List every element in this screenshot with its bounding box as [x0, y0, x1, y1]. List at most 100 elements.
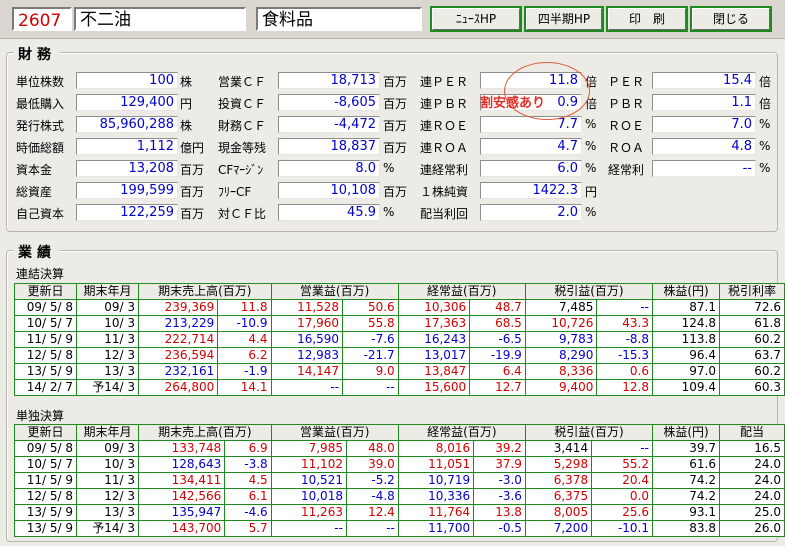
field-value-roa[interactable]: 4.8: [652, 138, 756, 155]
table-cell: 12/ 5/ 8: [14, 488, 77, 505]
field-label-total-assets: 総資産: [16, 185, 53, 199]
industry-field[interactable]: 食料品: [256, 7, 422, 31]
stock-code-field[interactable]: 2607: [12, 7, 72, 31]
table-cell: 7,200: [524, 520, 593, 537]
table-row[interactable]: 11/ 5/ 9 11/ 3 222,714 4.4 16,590 -7.6 16,243-…: [14, 331, 785, 348]
table-cell: 5,298: [524, 456, 593, 473]
news-hp-button[interactable]: ﾆｭｰｽHP: [430, 6, 522, 32]
table-cell: -15.3: [596, 347, 653, 364]
table-cell: 20.4: [591, 472, 653, 489]
table-cell: 213,229: [137, 315, 219, 332]
table-cell: 109.4: [652, 379, 720, 396]
field-value-operating-cf[interactable]: 18,713: [278, 72, 380, 89]
field-value-financing-cf[interactable]: -4,472: [278, 116, 380, 133]
renketsu-table: 更新日 期末年月 期末売上高(百万) 営業益(百万) 経常益(百万) 税引益(百万) 株益(…: [14, 283, 785, 396]
table-cell: 8,016: [397, 440, 475, 457]
field-label-con-per: 連ＰＥＲ: [420, 75, 469, 89]
table-cell: 09/ 3: [76, 440, 139, 457]
field-unit-roe: %: [759, 117, 771, 131]
field-value-market-cap[interactable]: 1,112: [76, 138, 178, 155]
field-value-free-cf[interactable]: 10,108: [278, 182, 380, 199]
table-cell: 124.8: [652, 315, 720, 332]
table-row[interactable]: 09/ 5/ 8 09/ 3 239,369 11.8 11,528 50.6 10,306…: [14, 299, 785, 316]
table-cell: 25.6: [591, 504, 653, 521]
field-value-dividend-yield[interactable]: 2.0: [480, 204, 582, 221]
header-row: 更新日 期末年月 期末売上高(百万) 営業益(百万) 経常益(百万) 税引益(百万) 株益(…: [14, 424, 785, 441]
field-value-con-roa[interactable]: 4.7: [480, 138, 582, 155]
table-cell: 24.0: [719, 472, 785, 489]
table-cell: -19.9: [469, 347, 526, 364]
table-cell: 4.5: [224, 472, 272, 489]
column-header: 更新日: [14, 424, 77, 441]
table-row[interactable]: 11/ 5/ 9 11/ 3 134,411 4.5 10,521 -5.2 10,719-…: [14, 472, 785, 489]
table-cell: 232,161: [137, 363, 219, 380]
table-cell: -0.5: [473, 520, 526, 537]
table-cell: 14,147: [270, 363, 344, 380]
print-button[interactable]: 印 刷: [606, 6, 688, 32]
field-value-cf-margin[interactable]: 8.0: [278, 160, 380, 177]
table-cell: 11,764: [397, 504, 475, 521]
field-value-roe[interactable]: 7.0: [652, 116, 756, 133]
table-cell: 10/ 3: [76, 456, 139, 473]
field-value-capital[interactable]: 13,208: [76, 160, 178, 177]
table-cell: -5.2: [345, 472, 399, 489]
table-row[interactable]: 14/ 2/ 7 予14/ 3 264,800 14.1 -- -- 15,600 12.7 9…: [14, 379, 785, 396]
table-cell: 11,102: [270, 456, 347, 473]
table-cell: 63.7: [719, 347, 785, 364]
field-value-cf-ratio[interactable]: 45.9: [278, 204, 380, 221]
field-unit-cf-ratio: %: [383, 205, 395, 219]
table-cell: 11/ 5/ 9: [14, 331, 77, 348]
table-cell: 17,363: [397, 315, 471, 332]
table-cell: -10.9: [217, 315, 272, 332]
table-cell: -8.8: [596, 331, 653, 348]
table-row[interactable]: 10/ 5/ 7 10/ 3 128,643 -3.8 11,102 39.0 11,051…: [14, 456, 785, 473]
gyoseki-title: 業績: [14, 242, 60, 262]
table-cell: 60.2: [719, 363, 785, 380]
table-row[interactable]: 10/ 5/ 7 10/ 3 213,229 -10.9 17,960 55.8 17,36…: [14, 315, 785, 332]
field-label-market-cap: 時価総額: [16, 141, 65, 155]
table-cell: 13/ 5/ 9: [14, 504, 77, 521]
news-hp-label: ﾆｭｰｽHP: [432, 8, 520, 30]
table-cell: --: [345, 520, 399, 537]
table-cell: -10.1: [591, 520, 653, 537]
table-row[interactable]: 13/ 5/ 9 13/ 3 135,947 -4.6 11,263 12.4 11,764…: [14, 504, 785, 521]
field-value-equity[interactable]: 122,259: [76, 204, 178, 221]
table-cell: 11/ 5/ 9: [14, 472, 77, 489]
field-unit-investing-cf: 百万: [383, 97, 408, 111]
field-value-pbr[interactable]: 1.1: [652, 94, 756, 111]
field-value-ordinary[interactable]: --: [652, 160, 756, 177]
table-row[interactable]: 12/ 5/ 8 12/ 3 236,594 6.2 12,983 -21.7 13,017…: [14, 347, 785, 364]
table-cell: 10/ 5/ 7: [14, 315, 77, 332]
company-name-field[interactable]: 不二油: [74, 7, 246, 31]
field-value-con-roe[interactable]: 7.7: [480, 116, 582, 133]
field-value-cash[interactable]: 18,837: [278, 138, 380, 155]
column-header: 株益(円): [652, 283, 720, 300]
field-unit-con-ordinary: %: [585, 161, 597, 175]
field-unit-free-cf: 百万: [383, 185, 408, 199]
table-row[interactable]: 13/ 5/ 9 13/ 3 232,161 -1.9 14,147 9.0 13,847 6…: [14, 363, 785, 380]
field-label-capital: 資本金: [16, 163, 53, 177]
table-cell: 93.1: [652, 504, 720, 521]
column-header: 株益(円): [652, 424, 720, 441]
field-value-unit-shares[interactable]: 100: [76, 72, 178, 89]
field-value-con-ordinary[interactable]: 6.0: [480, 160, 582, 177]
field-value-total-assets[interactable]: 199,599: [76, 182, 178, 199]
field-label-unit-shares: 単位株数: [16, 75, 65, 89]
table-row[interactable]: 12/ 5/ 8 12/ 3 142,566 6.1 10,018 -4.8 10,336-…: [14, 488, 785, 505]
table-cell: 09/ 5/ 8: [14, 299, 77, 316]
table-cell: 128,643: [137, 456, 226, 473]
field-label-free-cf: ﾌﾘｰCF: [218, 185, 252, 199]
field-value-min-purchase[interactable]: 129,400: [76, 94, 178, 111]
table-row[interactable]: 09/ 5/ 8 09/ 3 133,748 6.9 7,985 48.0 8,016 39.…: [14, 440, 785, 457]
close-button[interactable]: 閉じる: [690, 6, 772, 32]
field-value-issued-shares[interactable]: 85,960,288: [76, 116, 178, 133]
table-cell: 7,985: [270, 440, 347, 457]
table-cell: 61.8: [719, 315, 785, 332]
field-value-per[interactable]: 15.4: [652, 72, 756, 89]
field-value-bps[interactable]: 1422.3: [480, 182, 582, 199]
quarterly-hp-button[interactable]: 四半期HP: [524, 6, 604, 32]
table-row[interactable]: 13/ 5/ 9 予14/ 3 143,700 5.7 -- -- 11,700 -0.5 7,…: [14, 520, 785, 537]
table-cell: 96.4: [652, 347, 720, 364]
field-value-investing-cf[interactable]: -8,605: [278, 94, 380, 111]
table-cell: 74.2: [652, 488, 720, 505]
